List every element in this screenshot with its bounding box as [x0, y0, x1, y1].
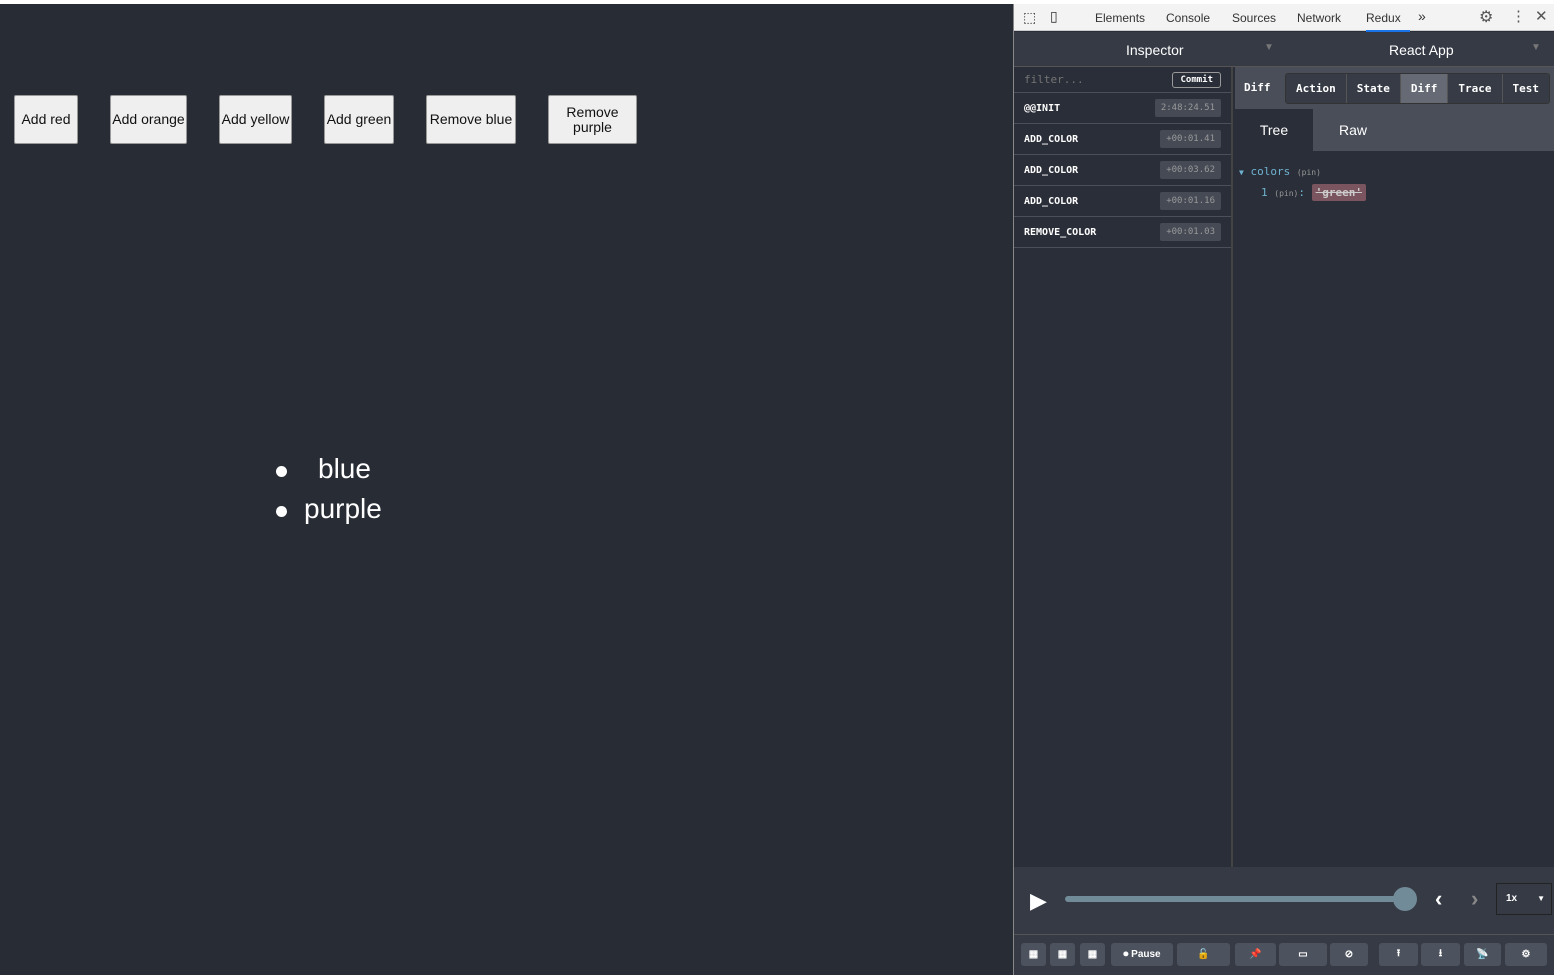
- timeline-slider[interactable]: [1065, 896, 1405, 902]
- tab-elements[interactable]: Elements: [1095, 11, 1145, 25]
- slider-footer: ▶ ‹ › 1x ▼ ▦ ▦ ▦ ⏺ Pause 🔓 📌 ▭ ⊘ ⭱ ⭳ 📡 ⚙: [1014, 867, 1554, 975]
- devtools-panel: ⬚ ▯ Elements Console Sources Network Red…: [1013, 4, 1554, 975]
- device-toolbar-icon[interactable]: ▯: [1050, 8, 1058, 25]
- inspect-icon[interactable]: ⬚: [1023, 9, 1036, 26]
- tab-tree[interactable]: Tree: [1235, 109, 1313, 151]
- tab-test[interactable]: Test: [1502, 74, 1549, 103]
- close-icon[interactable]: ✕: [1535, 7, 1548, 25]
- react-app: Add red Add orange Add yellow Add green …: [0, 4, 1013, 975]
- tab-raw[interactable]: Raw: [1313, 109, 1393, 151]
- bullet-icon: [276, 506, 287, 517]
- add-yellow-button[interactable]: Add yellow: [219, 95, 292, 144]
- tab-redux[interactable]: Redux: [1366, 11, 1410, 32]
- settings-icon[interactable]: ⚙: [1505, 943, 1547, 966]
- persist-icon[interactable]: ⊘: [1330, 943, 1368, 966]
- chevron-down-icon[interactable]: ▼: [1531, 42, 1541, 53]
- list-item: purple: [304, 493, 382, 524]
- lock-icon[interactable]: 🔓: [1177, 943, 1230, 966]
- remove-blue-button[interactable]: Remove blue: [426, 95, 516, 144]
- speed-value: 1x: [1506, 893, 1518, 904]
- expand-arrow-icon[interactable]: ▼: [1239, 168, 1244, 177]
- gear-icon[interactable]: ⚙: [1479, 7, 1493, 27]
- chevron-down-icon[interactable]: ▼: [1264, 42, 1274, 53]
- pause-icon: ⏺: [1123, 949, 1132, 960]
- tab-sources[interactable]: Sources: [1232, 11, 1276, 25]
- pin-icon[interactable]: 📌: [1235, 943, 1276, 966]
- tree-node-1: 1 (pin): 'green': [1261, 184, 1366, 201]
- slider-handle[interactable]: [1393, 887, 1417, 911]
- kebab-menu-icon[interactable]: ⋮: [1511, 7, 1526, 25]
- detail-title: Diff: [1244, 81, 1271, 94]
- monitor-header: Inspector ▼ React App ▼: [1014, 32, 1554, 67]
- play-icon[interactable]: ▶: [1030, 888, 1047, 914]
- detail-tab-bar: Diff Action State Diff Trace Test: [1235, 67, 1554, 109]
- removed-value: 'green': [1311, 184, 1366, 201]
- tab-trace[interactable]: Trace: [1448, 74, 1503, 103]
- action-name: @@INIT: [1024, 102, 1061, 114]
- pause-label: Pause: [1131, 949, 1161, 960]
- monitor-select[interactable]: Inspector: [1126, 42, 1184, 58]
- tree-node-colors[interactable]: ▼ colors (pin): [1239, 165, 1321, 178]
- action-name: REMOVE_COLOR: [1024, 226, 1097, 238]
- devtools-toolbar: ⬚ ▯ Elements Console Sources Network Red…: [1014, 4, 1554, 32]
- tab-console[interactable]: Console: [1166, 11, 1210, 25]
- action-time: +00:01.41: [1160, 130, 1221, 148]
- add-green-button[interactable]: Add green: [324, 95, 394, 144]
- action-row[interactable]: ADD_COLOR +00:01.16: [1014, 186, 1231, 217]
- tree-key: colors: [1250, 165, 1291, 178]
- tab-network[interactable]: Network: [1297, 11, 1341, 25]
- action-name: ADD_COLOR: [1024, 164, 1079, 176]
- export-icon[interactable]: ⭳: [1421, 943, 1460, 966]
- tree-key: 1: [1261, 186, 1268, 199]
- action-time: +00:03.62: [1160, 161, 1221, 179]
- action-list: Commit @@INIT 2:48:24.51 ADD_COLOR +00:01.…: [1014, 67, 1233, 867]
- bullet-icon: [276, 466, 287, 477]
- pin-link[interactable]: (pin): [1297, 168, 1321, 177]
- remove-purple-button[interactable]: Remove purple: [548, 95, 637, 144]
- more-tabs-icon[interactable]: »: [1418, 8, 1426, 24]
- speed-select[interactable]: 1x ▼: [1496, 883, 1552, 915]
- action-time: +00:01.16: [1160, 192, 1221, 210]
- action-row[interactable]: ADD_COLOR +00:03.62: [1014, 155, 1231, 186]
- import-icon[interactable]: ⭱: [1379, 943, 1418, 966]
- add-red-button[interactable]: Add red: [14, 95, 78, 144]
- inspector-icon[interactable]: ▦: [1050, 943, 1075, 966]
- chevron-down-icon: ▼: [1537, 894, 1545, 903]
- pause-button[interactable]: ⏺ Pause: [1111, 943, 1173, 966]
- chart-monitor-icon[interactable]: ▦: [1080, 943, 1105, 966]
- action-row[interactable]: REMOVE_COLOR +00:01.03: [1014, 217, 1231, 248]
- pin-link[interactable]: (pin): [1274, 189, 1298, 198]
- action-row[interactable]: @@INIT 2:48:24.51: [1014, 93, 1231, 124]
- action-name: ADD_COLOR: [1024, 133, 1079, 145]
- filter-input[interactable]: [1024, 73, 1144, 86]
- tab-state[interactable]: State: [1346, 74, 1401, 103]
- keyboard-icon[interactable]: ▭: [1279, 943, 1327, 966]
- previous-icon[interactable]: ‹: [1435, 886, 1442, 912]
- commit-button[interactable]: Commit: [1172, 71, 1221, 88]
- tab-action[interactable]: Action: [1286, 74, 1347, 103]
- tab-diff[interactable]: Diff: [1400, 74, 1449, 103]
- detail-tabs: Action State Diff Trace Test: [1285, 73, 1550, 104]
- add-orange-button[interactable]: Add orange: [110, 95, 187, 144]
- action-time: +00:01.03: [1160, 223, 1221, 241]
- action-detail: Diff Action State Diff Trace Test Tree R…: [1235, 67, 1554, 867]
- next-icon[interactable]: ›: [1471, 886, 1478, 912]
- action-time: 2:48:24.51: [1154, 99, 1221, 117]
- remote-icon[interactable]: 📡: [1464, 943, 1501, 966]
- log-monitor-icon[interactable]: ▦: [1021, 943, 1046, 966]
- filter-row: Commit: [1014, 67, 1231, 93]
- list-item: blue: [318, 453, 371, 484]
- view-tab-bar: Tree Raw: [1235, 109, 1554, 151]
- instance-select[interactable]: React App: [1389, 42, 1454, 58]
- action-name: ADD_COLOR: [1024, 195, 1079, 207]
- action-row[interactable]: ADD_COLOR +00:01.41: [1014, 124, 1231, 155]
